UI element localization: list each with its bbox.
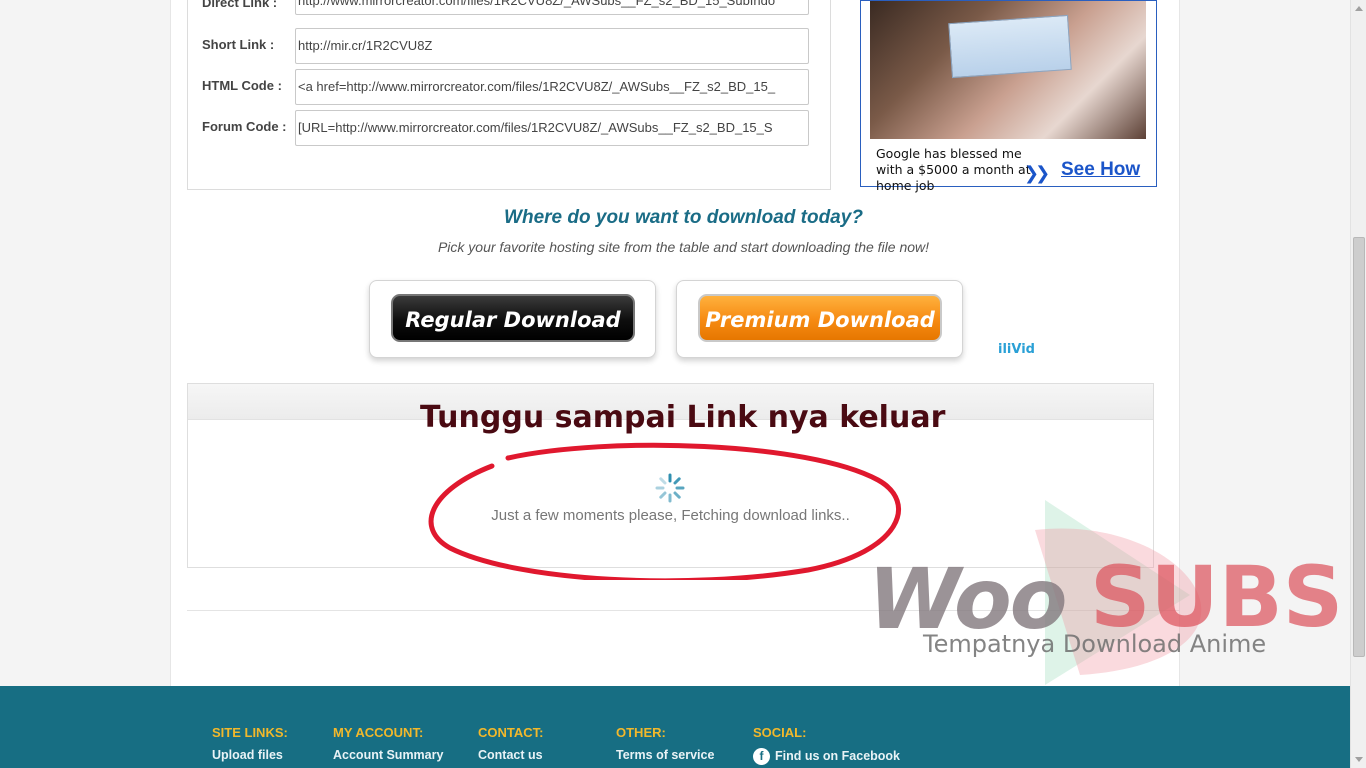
double-chevron-right-icon: ❯❯	[1024, 163, 1050, 183]
link-box: Direct Link : http://www.mirrorcreator.c…	[187, 0, 831, 190]
vertical-scrollbar[interactable]	[1350, 0, 1366, 768]
footer-heading: OTHER:	[616, 725, 666, 740]
download-title: Where do you want to download today?	[504, 207, 863, 228]
footer-heading: CONTACT:	[478, 725, 544, 740]
footer-heading: SITE LINKS:	[212, 725, 288, 740]
footer-link-terms[interactable]: Terms of service	[616, 748, 714, 762]
link-row-html: HTML Code : <a href=http://www.mirrorcre…	[188, 69, 832, 105]
footer-col-my-account: MY ACCOUNT: Account Summary	[333, 725, 443, 762]
premium-download-frame: Premium Download	[676, 280, 963, 358]
footer-col-contact: CONTACT: Contact us	[478, 725, 543, 762]
red-annotation-ellipse	[428, 442, 901, 580]
scroll-down-icon[interactable]	[1355, 757, 1363, 762]
ilivid-logo[interactable]: iliVid	[998, 342, 1035, 357]
premium-download-button[interactable]: Premium Download	[698, 294, 942, 342]
footer-col-social: SOCIAL: f Find us on Facebook	[753, 725, 900, 765]
ad-check-image	[948, 14, 1072, 79]
footer-heading: MY ACCOUNT:	[333, 725, 424, 740]
link-row-direct: Direct Link : http://www.mirrorcreator.c…	[188, 0, 832, 27]
link-row-short: Short Link : http://mir.cr/1R2CVU8Z	[188, 28, 832, 64]
footer-link-facebook[interactable]: f Find us on Facebook	[753, 748, 900, 765]
short-link-field[interactable]: http://mir.cr/1R2CVU8Z	[295, 28, 809, 64]
footer-link-upload-files[interactable]: Upload files	[212, 748, 288, 762]
footer-col-other: OTHER: Terms of service	[616, 725, 714, 762]
forum-code-label: Forum Code :	[202, 119, 287, 134]
html-code-label: HTML Code :	[202, 78, 282, 93]
annotation-wait-text: Tunggu sampai Link nya keluar	[420, 400, 946, 435]
link-row-forum: Forum Code : [URL=http://www.mirrorcreat…	[188, 110, 832, 146]
ad-text: Google has blessed me with a $5000 a mon…	[876, 146, 1031, 193]
watermark-tagline: Tempatnya Download Anime	[923, 630, 1267, 658]
regular-download-frame: Regular Download	[369, 280, 656, 358]
footer-col-site-links: SITE LINKS: Upload files	[212, 725, 288, 762]
footer-link-contact-us[interactable]: Contact us	[478, 748, 543, 762]
ad-see-how-link[interactable]: See How	[1061, 159, 1140, 181]
scrollbar-thumb[interactable]	[1353, 237, 1365, 657]
short-link-label: Short Link :	[202, 37, 275, 52]
footer: SITE LINKS: Upload files MY ACCOUNT: Acc…	[0, 686, 1350, 768]
footer-link-account-summary[interactable]: Account Summary	[333, 748, 443, 762]
direct-link-label: Direct Link :	[202, 0, 278, 10]
html-code-field[interactable]: <a href=http://www.mirrorcreator.com/fil…	[295, 69, 809, 105]
forum-code-field[interactable]: [URL=http://www.mirrorcreator.com/files/…	[295, 110, 809, 146]
facebook-icon: f	[753, 748, 770, 765]
ad-photo	[870, 1, 1146, 139]
download-subtitle: Pick your favorite hosting site from the…	[437, 239, 930, 255]
footer-heading: SOCIAL:	[753, 725, 807, 740]
direct-link-field[interactable]: http://www.mirrorcreator.com/files/1R2CV…	[295, 0, 809, 15]
scroll-up-icon[interactable]	[1355, 6, 1363, 11]
regular-download-button[interactable]: Regular Download	[391, 294, 635, 342]
advertisement[interactable]: Google has blessed me with a $5000 a mon…	[860, 0, 1157, 193]
facebook-link-label: Find us on Facebook	[775, 748, 901, 763]
